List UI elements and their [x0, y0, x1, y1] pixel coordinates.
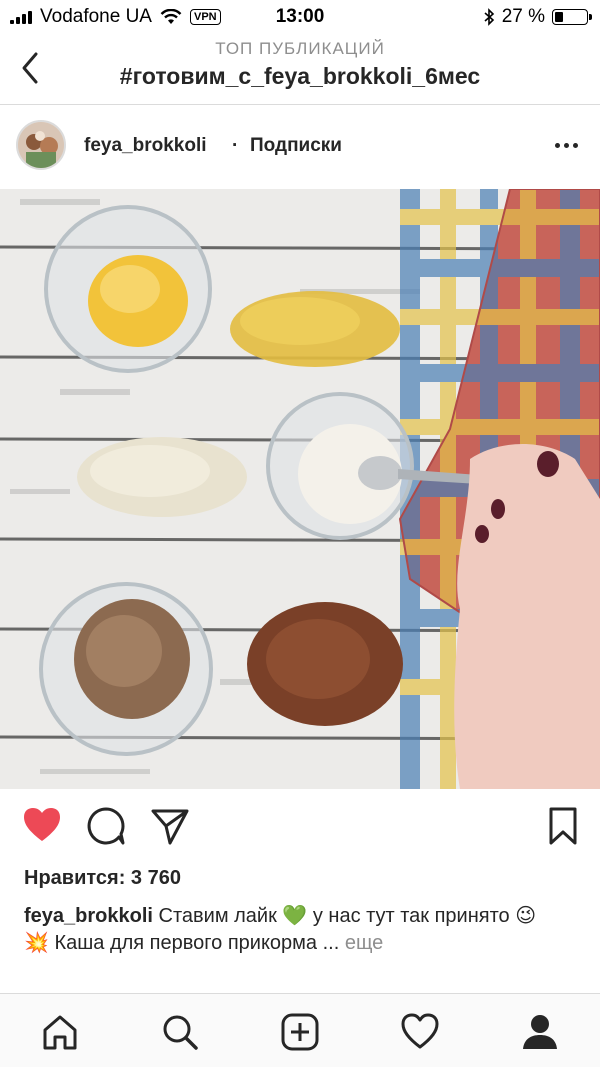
bookmark-icon[interactable] — [548, 806, 578, 846]
bluetooth-icon — [484, 8, 494, 26]
more-link[interactable]: еще — [345, 932, 383, 954]
likes-count[interactable]: Нравится: 3 760 — [24, 867, 181, 890]
top-nav: ТОП ПУБЛИКАЦИЙ #готовим_с_feya_brokkoli_… — [0, 34, 600, 105]
battery-percent: 27 % — [501, 6, 545, 27]
add-post-icon[interactable] — [280, 1012, 320, 1052]
like-heart-icon[interactable] — [22, 806, 62, 844]
ellipsis-icon[interactable] — [555, 143, 578, 148]
profile-icon[interactable] — [520, 1012, 560, 1052]
page-title: #готовим_с_feya_brokkoli_6мес — [119, 63, 481, 89]
separator-dot: · — [232, 135, 239, 156]
status-bar: Vodafone UA VPN 13:00 27 % — [0, 0, 600, 34]
caption-username[interactable]: feya_brokkoli — [24, 905, 153, 927]
caption-text-2: 💥 Каша для первого прикорма ... — [24, 932, 340, 954]
following-button[interactable]: Подписки — [250, 135, 342, 157]
post-caption: feya_brokkoli Ставим лайк 💚 у нас тут та… — [24, 903, 584, 957]
post-username[interactable]: feya_brokkoli — [84, 135, 207, 157]
caption-text: Ставим лайк 💚 у нас тут так принято 😉 — [158, 905, 537, 927]
share-icon[interactable] — [150, 806, 190, 846]
home-icon[interactable] — [40, 1012, 80, 1052]
bottom-tab-bar — [0, 993, 600, 1067]
search-icon[interactable] — [160, 1012, 200, 1052]
comment-icon[interactable] — [86, 806, 126, 846]
activity-heart-icon[interactable] — [400, 1012, 440, 1052]
post-photo[interactable] — [0, 189, 600, 789]
post-actions — [0, 800, 600, 856]
post-header: feya_brokkoli · Подписки — [0, 105, 600, 189]
battery-icon — [552, 9, 592, 25]
header-subtitle: ТОП ПУБЛИКАЦИЙ — [215, 39, 385, 58]
avatar[interactable] — [16, 120, 66, 170]
